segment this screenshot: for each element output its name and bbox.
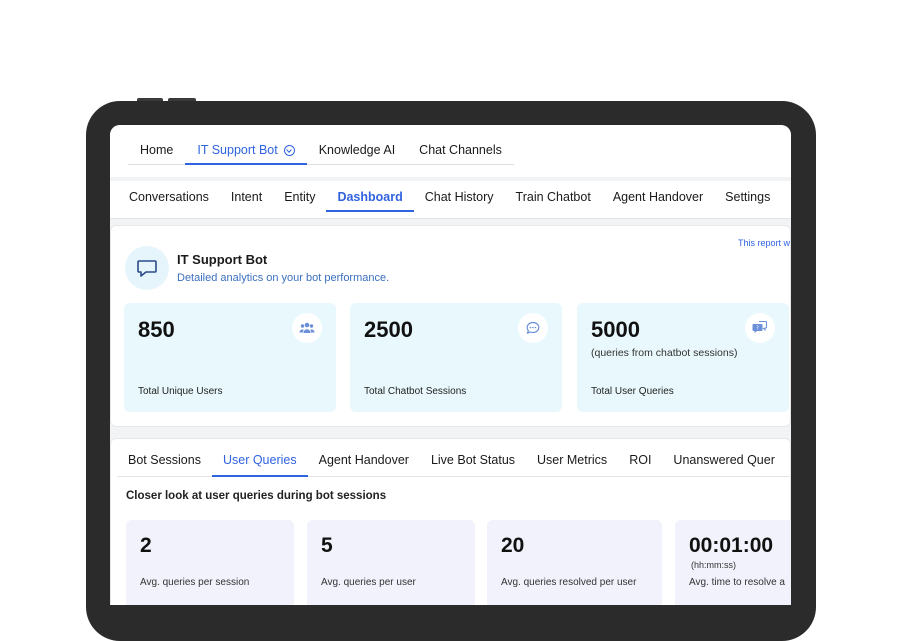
app-screen: Home IT Support Bot Knowledge AI Chat Ch… <box>110 125 791 605</box>
kpi-label: Total Chatbot Sessions <box>364 386 467 397</box>
tab-bot-sessions[interactable]: Bot Sessions <box>117 439 212 477</box>
kpi-card-user-queries: 5000 (queries from chatbot sessions) Tot… <box>577 303 789 412</box>
tab-label: Knowledge AI <box>318 143 396 157</box>
tab-label: Home <box>140 143 174 157</box>
query-chat-icon: ? <box>745 313 775 343</box>
tab-unanswered-queries[interactable]: Unanswered Quer <box>662 439 785 477</box>
tab-home[interactable]: Home <box>128 135 185 165</box>
users-icon <box>292 313 322 343</box>
chevron-down-icon[interactable] <box>283 145 295 156</box>
user-queries-card: Bot Sessions User Queries Agent Handover… <box>110 438 791 605</box>
kpi-label: Total Unique Users <box>138 386 223 397</box>
bot-name: IT Support Bot <box>177 252 268 267</box>
sub-nav-bar: Conversations Intent Entity Dashboard Ch… <box>110 181 791 219</box>
tab-user-queries[interactable]: User Queries <box>211 439 308 477</box>
metric-label: Avg. queries resolved per user <box>501 577 637 588</box>
metric-label: Avg. queries per user <box>321 577 416 588</box>
tab-entity[interactable]: Entity <box>273 181 326 212</box>
tab-label: IT Support Bot <box>197 143 278 157</box>
chat-bubble-icon <box>137 260 157 277</box>
metric-card-queries-resolved: 20 Avg. queries resolved per user <box>487 520 662 605</box>
tab-agent-handover[interactable]: Agent Handover <box>602 181 714 212</box>
bot-description: Detailed analytics on your bot performan… <box>177 272 390 284</box>
kpi-card-unique-users: 850 Total Unique Users <box>124 303 336 412</box>
section-title: Closer look at user queries during bot s… <box>126 490 387 502</box>
tab-agent-handover-analytics[interactable]: Agent Handover <box>308 439 420 477</box>
kpi-value: 2500 <box>364 317 413 342</box>
tab-label: Chat Channels <box>419 143 502 157</box>
kpi-card-chatbot-sessions: 2500 Total Chatbot Sessions <box>350 303 562 412</box>
tab-dashboard[interactable]: Dashboard <box>326 181 414 212</box>
tab-live-bot-status[interactable]: Live Bot Status <box>420 439 526 477</box>
bot-summary-card: This report w IT Support Bot Detailed an… <box>110 225 791 427</box>
metric-card-queries-per-session: 2 Avg. queries per session <box>126 520 294 605</box>
svg-text:?: ? <box>756 325 759 331</box>
tab-chat-channels[interactable]: Chat Channels <box>407 135 514 165</box>
top-tabs: Home IT Support Bot Knowledge AI Chat Ch… <box>128 135 514 165</box>
analytics-tabs: Bot Sessions User Queries Agent Handover… <box>117 439 791 477</box>
sub-tabs: Conversations Intent Entity Dashboard Ch… <box>118 181 781 219</box>
metric-unit: (hh:mm:ss) <box>691 560 736 570</box>
tab-settings[interactable]: Settings <box>714 181 781 212</box>
kpi-value: 5000 <box>591 317 640 342</box>
kpi-label: Total User Queries <box>591 386 674 397</box>
tab-chat-history[interactable]: Chat History <box>414 181 505 212</box>
kpi-value: 850 <box>138 317 175 342</box>
tab-it-support-bot[interactable]: IT Support Bot <box>185 135 307 165</box>
tab-intent[interactable]: Intent <box>220 181 273 212</box>
tab-conversations[interactable]: Conversations <box>118 181 220 212</box>
metric-value: 00:01:00 <box>689 534 774 557</box>
tab-roi[interactable]: ROI <box>618 439 662 477</box>
tab-train-chatbot[interactable]: Train Chatbot <box>505 181 602 212</box>
report-note: This report w <box>738 238 791 248</box>
tab-user-metrics[interactable]: User Metrics <box>526 439 618 477</box>
metric-card-queries-per-user: 5 Avg. queries per user <box>307 520 475 605</box>
top-nav-bar: Home IT Support Bot Knowledge AI Chat Ch… <box>110 125 791 177</box>
metric-value: 5 <box>321 534 333 557</box>
chat-bubble-icon <box>518 313 548 343</box>
metric-label: Avg. time to resolve a <box>689 577 785 588</box>
metric-value: 2 <box>140 534 152 557</box>
kpi-subtitle: (queries from chatbot sessions) <box>591 347 738 359</box>
metric-label: Avg. queries per session <box>140 577 250 588</box>
bot-avatar <box>125 246 169 290</box>
metric-card-time-to-resolve: 00:01:00 (hh:mm:ss) Avg. time to resolve… <box>675 520 791 605</box>
metric-value: 20 <box>501 534 525 557</box>
tab-knowledge-ai[interactable]: Knowledge AI <box>307 135 407 165</box>
